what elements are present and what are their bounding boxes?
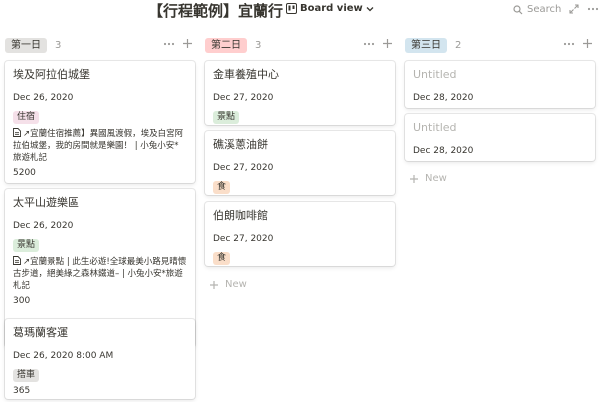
top-bar: 【行程範例】宜蘭行 Board view Search [0,0,600,24]
view-label: Board view [300,3,363,14]
search-label: Search [527,4,562,15]
more-icon[interactable] [587,4,599,14]
board-card[interactable]: Untitled Dec 28, 2020 [405,61,595,108]
card-date: Dec 27, 2020 [213,93,274,103]
card-number: 300 [13,296,31,306]
column-count: 3 [255,39,262,51]
search-icon [513,4,523,14]
board-card[interactable]: 礁溪蔥油餅 Dec 27, 2020 食 [205,131,395,195]
board-card[interactable]: 金車養殖中心 Dec 27, 2020 景點 [205,61,395,125]
card-date: Dec 27, 2020 [213,234,274,244]
expand-icon[interactable] [569,4,579,14]
card-date: Dec 28, 2020 [413,93,474,103]
board-card[interactable]: Untitled Dec 28, 2020 [405,114,595,161]
column-header: 第三日 2 [405,37,599,53]
column-title[interactable]: 第二日 [205,37,247,53]
card-tag: 景點 [13,239,40,252]
board-view-switch[interactable]: Board view [286,3,374,14]
card-title: 金車養殖中心 [213,68,279,81]
board-card[interactable]: 葛瑪蘭客運 Dec 26, 2020 8:00 AM 搭車 365 [5,319,195,399]
card-tag: 住宿 [13,111,40,124]
card-date: Dec 26, 2020 8:00 AM [13,351,114,361]
more-icon[interactable] [163,39,175,49]
card-title: 礁溪蔥油餅 [213,138,268,151]
column-header: 第一日 3 [5,37,199,53]
card-title: 伯朗咖啡館 [213,209,268,222]
column-title[interactable]: 第三日 [405,37,447,53]
card-date: Dec 26, 2020 [13,93,74,103]
card-title: 太平山遊樂區 [13,196,79,209]
plus-icon [410,174,418,183]
column-header: 第二日 3 [205,37,399,53]
card-link[interactable]: ↗宜蘭景點 | 此生必遊!全球最美小路見晴懷古步道，絕美綠之森林鐵道– | 小兔… [13,256,187,292]
board-column-day2: 第二日 3 金車養殖中心 Dec 27, 2020 景點 礁溪蔥油餅 Dec 2… [205,37,399,290]
board-card[interactable]: 埃及阿拉伯城堡 Dec 26, 2020 住宿 ↗宜蘭住宿推薦】異國風渡假，埃及… [5,61,195,183]
plus-icon[interactable] [382,38,393,49]
plus-icon[interactable] [182,38,193,49]
column-count: 2 [455,39,462,51]
column-title[interactable]: 第一日 [5,37,47,53]
card-title: 葛瑪蘭客運 [13,326,68,339]
column-count: 3 [55,39,62,51]
new-card-button[interactable]: New [409,173,447,184]
more-icon[interactable] [563,39,575,49]
card-tag: 食 [213,181,231,194]
chevron-down-icon [366,6,374,11]
card-date: Dec 27, 2020 [213,163,274,173]
page-icon [13,256,21,265]
card-date: Dec 26, 2020 [13,221,74,231]
card-tag: 搭車 [13,369,40,382]
plus-icon [210,280,218,289]
board-card[interactable]: 伯朗咖啡館 Dec 27, 2020 食 [205,202,395,266]
board-icon [286,3,297,14]
page-icon [13,128,21,137]
card-title: Untitled [413,121,457,134]
card-title: Untitled [413,68,457,81]
card-number: 5200 [13,168,36,178]
board-column-day3: 第三日 2 Untitled Dec 28, 2020 Untitled Dec… [405,37,599,184]
card-date: Dec 28, 2020 [413,146,474,156]
board-column-day1: 第一日 3 埃及阿拉伯城堡 Dec 26, 2020 住宿 ↗宜蘭住宿推薦】異國… [5,37,199,399]
card-tag: 景點 [213,111,240,124]
plus-icon[interactable] [582,38,593,49]
card-link[interactable]: ↗宜蘭住宿推薦】異國風渡假，埃及白宮阿拉伯城堡，我的房間就是樂園！ | 小兔小安… [13,128,187,164]
page-title: 【行程範例】宜蘭行 [148,2,284,20]
card-tag: 食 [213,252,231,265]
card-number: 365 [13,386,31,396]
search-button[interactable]: Search [513,4,561,15]
more-icon[interactable] [363,39,375,49]
card-title: 埃及阿拉伯城堡 [13,68,90,81]
new-card-button[interactable]: New [209,279,247,290]
